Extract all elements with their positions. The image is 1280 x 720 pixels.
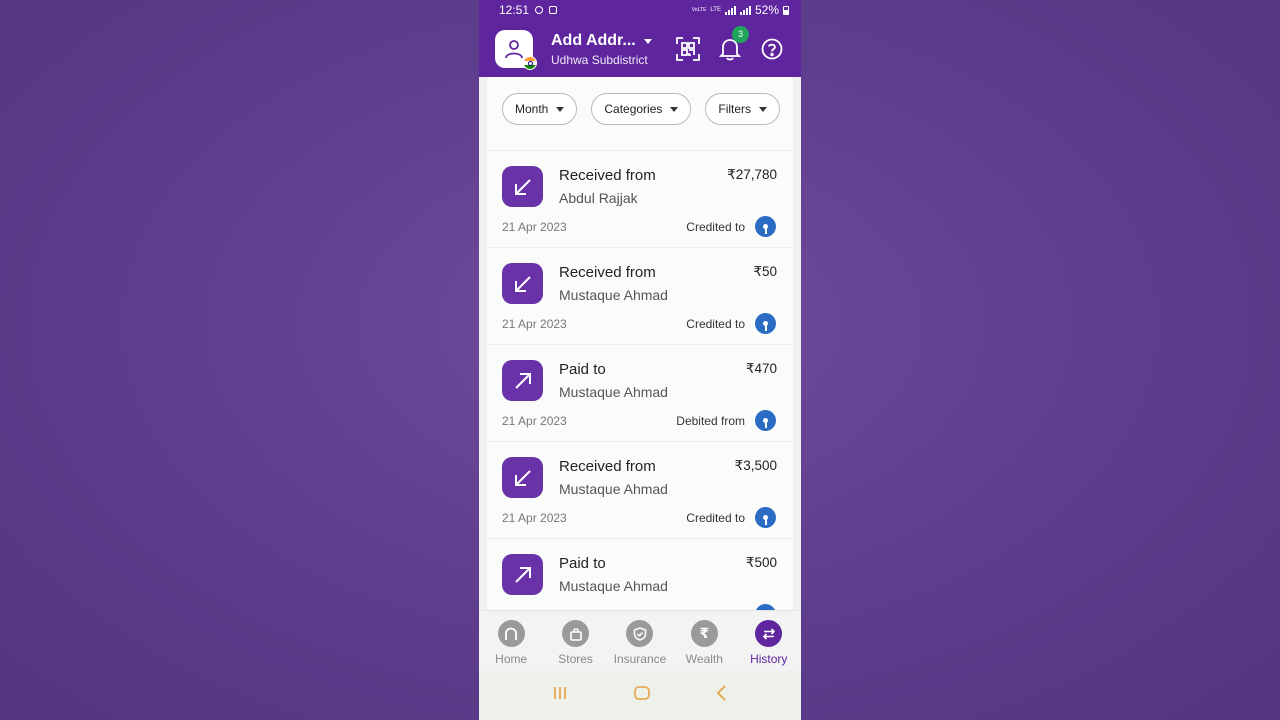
chevron-down-icon — [643, 38, 652, 44]
transaction-amount: ₹27,780 — [727, 167, 777, 182]
volte-status: VoLTE — [691, 7, 707, 13]
transaction-date: 21 Apr 2023 — [502, 220, 567, 234]
help-icon — [761, 38, 783, 59]
back-chevron-icon — [716, 685, 726, 701]
bottom-navigation: Home Stores Insurance ₹ Wealth History — [479, 610, 801, 671]
qr-scan-icon — [676, 36, 700, 61]
bank-logo-icon — [755, 216, 776, 237]
transaction-title: Received from — [559, 264, 656, 281]
transaction-status: Credited to — [686, 511, 745, 525]
swap-arrows-icon — [755, 620, 783, 647]
transaction-party: Abdul Rajjak — [559, 190, 638, 206]
nav-label: History — [750, 652, 788, 666]
checklist-status-icon — [549, 6, 558, 14]
help-button[interactable] — [759, 36, 785, 62]
transaction-status: Credited to — [686, 220, 745, 234]
transaction-row[interactable]: Received from Mustaque Ahmad ₹50 21 Apr … — [487, 248, 793, 345]
back-button[interactable] — [715, 684, 729, 707]
caret-down-icon — [556, 106, 565, 112]
transaction-row[interactable]: Paid to Mustaque Ahmad ₹500 — [487, 539, 793, 610]
nav-label: Insurance — [613, 652, 667, 666]
transaction-row[interactable]: Received from Mustaque Ahmad ₹3,500 21 A… — [487, 442, 793, 539]
signal-icon — [724, 5, 736, 15]
transaction-amount: ₹3,500 — [734, 458, 777, 473]
paid-arrow-icon — [502, 360, 543, 401]
transaction-title: Paid to — [559, 555, 606, 572]
bank-logo-icon — [755, 410, 776, 431]
address-title: Add Addr... — [551, 32, 636, 49]
recent-apps-icon — [554, 687, 566, 699]
transaction-party: Mustaque Ahmad — [559, 384, 668, 400]
nav-label: Stores — [558, 652, 593, 666]
caret-down-icon — [759, 106, 768, 112]
address-subtitle: Udhwa Subdistrict — [551, 53, 648, 67]
month-filter-chip[interactable]: Month — [502, 93, 578, 125]
transaction-date: 21 Apr 2023 — [502, 317, 567, 331]
nav-home[interactable]: Home — [479, 620, 543, 666]
paid-arrow-icon — [502, 554, 543, 595]
transaction-party: Mustaque Ahmad — [559, 578, 668, 594]
nav-wealth[interactable]: ₹ Wealth — [672, 620, 736, 666]
phone-screen: 12:51 VoLTE LTE 52% Add Addr... Udhwa Su… — [479, 0, 801, 720]
received-arrow-icon — [502, 263, 543, 304]
home-square-icon — [634, 686, 650, 700]
nav-label: Wealth — [685, 652, 723, 666]
transaction-date: 21 Apr 2023 — [502, 511, 567, 525]
bag-icon — [562, 620, 590, 647]
location-status-icon — [535, 6, 544, 14]
chip-label: Month — [515, 102, 549, 116]
received-arrow-icon — [502, 457, 543, 498]
transaction-amount: ₹50 — [753, 264, 777, 279]
nav-label: Home — [495, 652, 528, 666]
nav-stores[interactable]: Stores — [544, 620, 608, 666]
transaction-party: Mustaque Ahmad — [559, 287, 668, 303]
home-icon — [497, 620, 525, 647]
lte-status: LTE — [710, 7, 721, 13]
transaction-status: Debited from — [676, 414, 745, 428]
transaction-amount: ₹500 — [745, 555, 777, 570]
status-time: 12:51 — [499, 3, 530, 17]
battery-percent: 52% — [754, 3, 779, 17]
transaction-date: 21 Apr 2023 — [502, 414, 567, 428]
notifications-button[interactable]: 3 — [717, 25, 749, 62]
system-navigation-bar — [479, 671, 801, 720]
transaction-party: Mustaque Ahmad — [559, 481, 668, 497]
india-flag-icon — [523, 55, 537, 70]
received-arrow-icon — [502, 166, 543, 207]
filter-bar: Month Categories Filters — [487, 77, 793, 151]
caret-down-icon — [670, 106, 679, 112]
shield-icon — [626, 620, 654, 647]
filters-chip[interactable]: Filters — [705, 93, 781, 125]
app-header: Add Addr... Udhwa Subdistrict 3 — [479, 20, 801, 77]
chip-label: Categories — [604, 102, 663, 116]
qr-scan-button[interactable] — [675, 36, 701, 62]
transaction-status: Credited to — [686, 317, 745, 331]
transaction-title: Received from — [559, 167, 656, 184]
battery-icon — [783, 5, 789, 15]
history-content: Month Categories Filters Received from A… — [487, 77, 793, 610]
categories-filter-chip[interactable]: Categories — [591, 93, 692, 125]
profile-avatar[interactable] — [495, 29, 537, 70]
status-bar: 12:51 VoLTE LTE 52% — [479, 0, 801, 20]
home-system-button[interactable] — [633, 684, 651, 707]
profile-icon — [505, 39, 523, 58]
transaction-title: Received from — [559, 458, 656, 475]
bank-logo-icon — [755, 313, 776, 334]
transaction-row[interactable]: Received from Abdul Rajjak ₹27,780 21 Ap… — [487, 151, 793, 248]
chip-label: Filters — [718, 102, 752, 116]
nav-insurance[interactable]: Insurance — [608, 620, 672, 666]
notification-badge: 3 — [732, 25, 749, 43]
signal-icon-2 — [739, 5, 751, 15]
transaction-row[interactable]: Paid to Mustaque Ahmad ₹470 21 Apr 2023 … — [487, 345, 793, 442]
transaction-title: Paid to — [559, 361, 606, 378]
address-selector[interactable]: Add Addr... Udhwa Subdistrict — [551, 32, 652, 67]
recent-apps-button[interactable] — [551, 685, 569, 706]
nav-history[interactable]: History — [737, 620, 801, 666]
rupee-icon: ₹ — [690, 620, 718, 647]
bank-logo-icon — [755, 507, 776, 528]
transaction-amount: ₹470 — [745, 361, 777, 376]
